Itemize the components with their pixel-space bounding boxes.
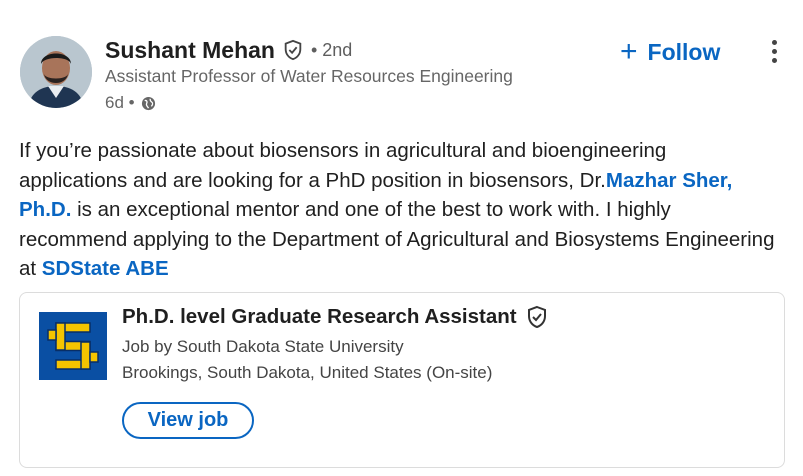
post-time: 6d • (105, 93, 135, 112)
job-card[interactable]: Ph.D. level Graduate Research Assistant … (19, 292, 785, 468)
author-avatar[interactable] (20, 36, 92, 108)
post-text-part1: If you’re passionate about biosensors in… (19, 139, 667, 192)
author-name[interactable]: Sushant Mehan (105, 37, 275, 64)
verified-icon (282, 39, 304, 61)
more-vertical-icon[interactable] (764, 40, 784, 68)
avatar-image (20, 36, 92, 108)
author-headline: Assistant Professor of Water Resources E… (105, 66, 513, 86)
follow-button[interactable]: + Follow (620, 34, 720, 70)
author-name-row: Sushant Mehan • 2nd (105, 34, 352, 66)
job-title[interactable]: Ph.D. level Graduate Research Assistant (122, 305, 517, 329)
post-meta: 6d • (105, 93, 156, 113)
connection-degree: • 2nd (310, 39, 353, 60)
plus-icon: + (620, 35, 638, 68)
follow-label: Follow (647, 38, 721, 65)
verified-job-icon (525, 305, 549, 329)
post-text: If you’re passionate about biosensors in… (19, 136, 779, 284)
hashtag-link[interactable]: SDState ABE (42, 257, 169, 280)
job-company: Job by South Dakota State University (122, 337, 404, 356)
university-logo (39, 312, 107, 380)
globe-icon (141, 96, 156, 111)
job-location: Brookings, South Dakota, United States (… (122, 363, 493, 382)
job-title-row: Ph.D. level Graduate Research Assistant (122, 305, 549, 329)
view-job-button[interactable]: View job (122, 402, 254, 439)
